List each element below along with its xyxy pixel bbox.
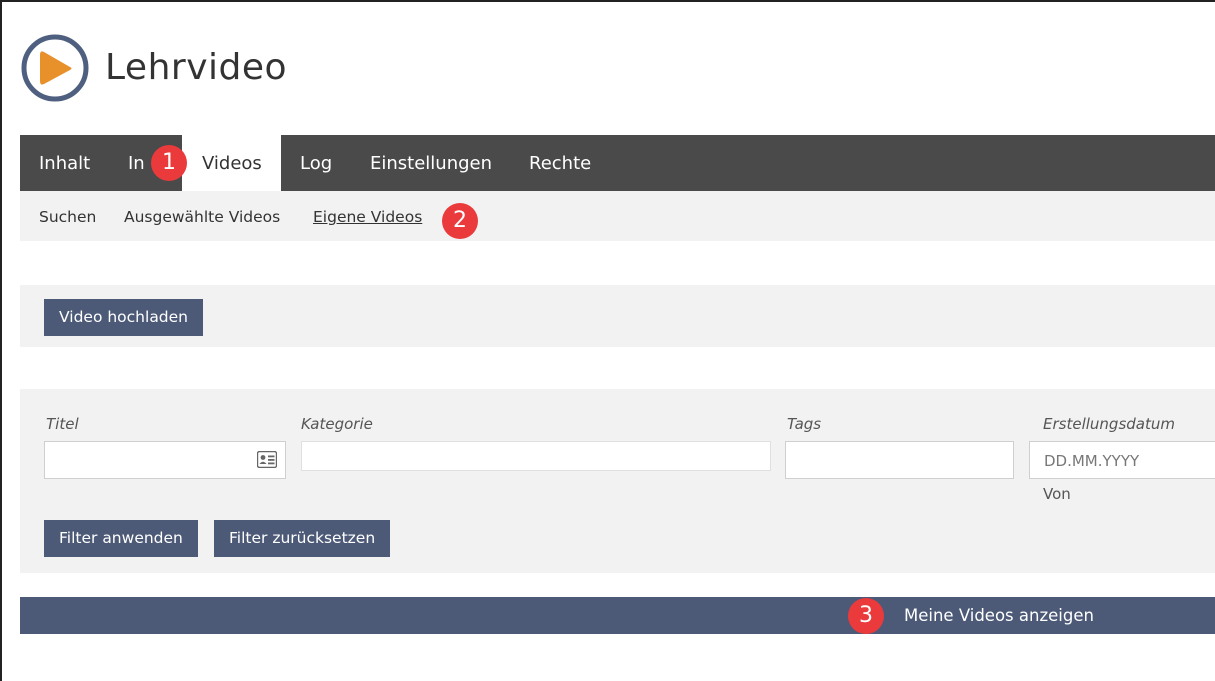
tab-info[interactable]: In bbox=[128, 135, 145, 191]
filter-panel: Titel Kategorie Tags Erstellungsdatum DD… bbox=[20, 389, 1215, 573]
step-marker-3: 3 bbox=[848, 598, 884, 634]
subtab-eigene-videos[interactable]: Eigene Videos bbox=[313, 191, 422, 241]
subtab-ausgewaehlte-videos[interactable]: Ausgewählte Videos bbox=[124, 191, 280, 241]
category-filter-input[interactable] bbox=[301, 441, 771, 471]
date-from-input[interactable]: DD.MM.YYYY bbox=[1029, 441, 1215, 479]
category-filter-label: Kategorie bbox=[301, 415, 373, 433]
app-title: Lehrvideo bbox=[105, 47, 288, 88]
title-filter-input[interactable] bbox=[44, 441, 286, 479]
app-header: Lehrvideo bbox=[20, 30, 287, 105]
tab-log[interactable]: Log bbox=[300, 135, 332, 191]
subtab-suchen[interactable]: Suchen bbox=[39, 191, 96, 241]
date-filter-label: Erstellungsdatum bbox=[1043, 415, 1175, 433]
title-filter-label: Titel bbox=[46, 415, 79, 433]
results-bar: Meine Videos anzeigen bbox=[20, 597, 1215, 634]
tags-filter-input[interactable] bbox=[785, 441, 1014, 479]
date-from-label: Von bbox=[1043, 485, 1071, 503]
step-marker-1: 1 bbox=[151, 145, 187, 181]
date-placeholder: DD.MM.YYYY bbox=[1044, 452, 1140, 470]
reset-filter-button[interactable]: Filter zurücksetzen bbox=[214, 520, 391, 557]
tab-videos[interactable]: Videos bbox=[182, 135, 281, 191]
tab-inhalt[interactable]: Inhalt bbox=[39, 135, 90, 191]
apply-filter-button[interactable]: Filter anwenden bbox=[44, 520, 198, 557]
toolbar-panel: Video hochladen bbox=[20, 285, 1215, 347]
tab-rechte[interactable]: Rechte bbox=[529, 135, 591, 191]
sub-tab-bar: Suchen Ausgewählte Videos Eigene Videos bbox=[20, 191, 1215, 241]
contact-card-icon bbox=[257, 451, 277, 468]
step-marker-2: 2 bbox=[442, 203, 478, 239]
main-tab-bar: Inhalt In Videos Log Einstellungen Recht… bbox=[20, 135, 1215, 191]
play-icon bbox=[20, 33, 90, 103]
tab-einstellungen[interactable]: Einstellungen bbox=[370, 135, 492, 191]
upload-video-button[interactable]: Video hochladen bbox=[44, 299, 204, 336]
tags-filter-label: Tags bbox=[787, 415, 822, 433]
show-my-videos-button[interactable]: Meine Videos anzeigen bbox=[904, 597, 1094, 634]
